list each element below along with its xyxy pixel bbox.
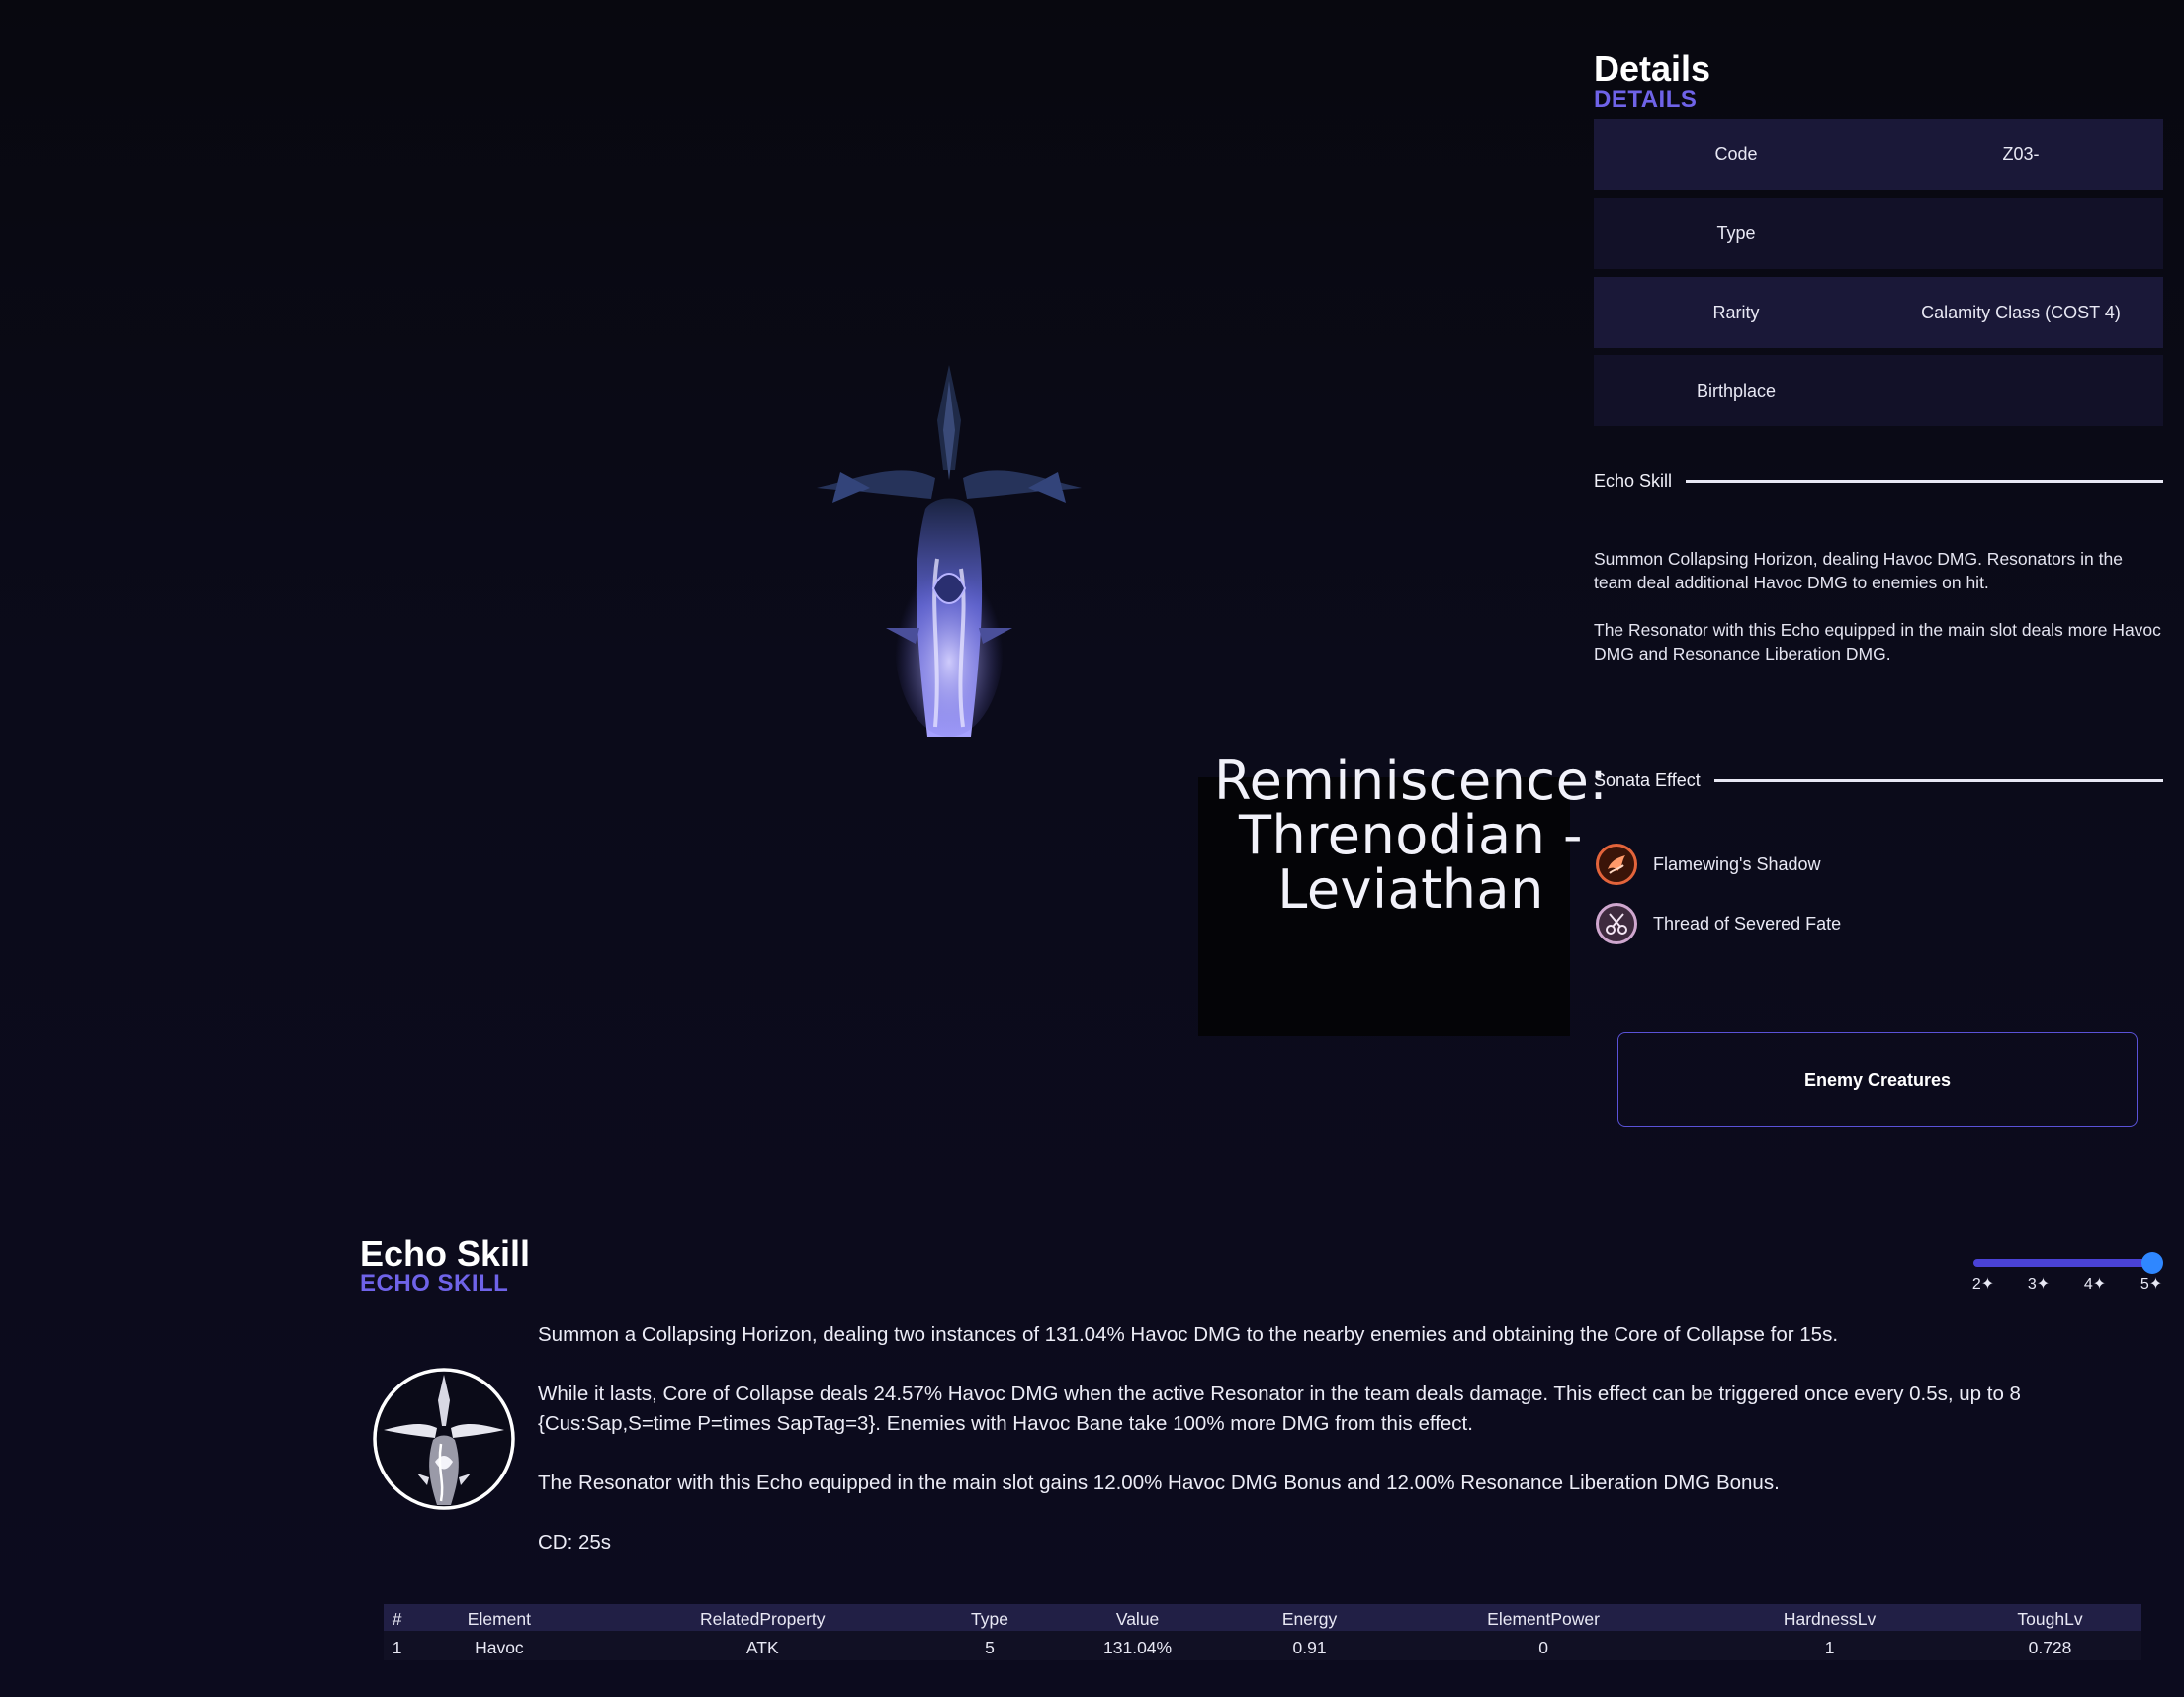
section-label: Sonata Effect [1594, 769, 1701, 790]
details-key: Birthplace [1696, 380, 1777, 401]
details-key: Code [1714, 143, 1758, 164]
echo-name-line-1: Reminiscence: [1213, 750, 1609, 812]
rank-tick-5[interactable]: 5✦ [2132, 1274, 2171, 1294]
sonata-section-header: Sonata Effect [1594, 768, 2163, 792]
flamewing-icon [1596, 844, 1637, 885]
sonata-set-name: Flamewing's Shadow [1653, 853, 1821, 874]
echo-name: Reminiscence: Threnodian - Leviathan [1198, 754, 1623, 917]
slider-handle[interactable] [2141, 1252, 2163, 1274]
echo-skill-section-header: Echo Skill [1594, 469, 2163, 492]
sonata-set-thread[interactable]: Thread of Severed Fate [1596, 903, 1842, 944]
details-value: Z03- [2002, 143, 2040, 164]
skill-paragraph-1: Summon a Collapsing Horizon, dealing two… [538, 1323, 1839, 1346]
details-row-birthplace: Birthplace [1594, 355, 2163, 426]
echo-name-line-2: Threnodian - [1239, 804, 1583, 866]
col-header: ElementPower [1386, 1604, 1702, 1631]
sonata-set-flamewing[interactable]: Flamewing's Shadow [1596, 844, 1821, 885]
table-cell: 1 [384, 1631, 411, 1660]
col-header: Type [936, 1604, 1043, 1631]
details-row-rarity: Rarity Calamity Class (COST 4) [1594, 277, 2163, 348]
echo-skill-subheading: ECHO SKILL [360, 1270, 509, 1296]
echo-skill-icon [373, 1368, 515, 1510]
col-header: HardnessLv [1701, 1604, 1960, 1631]
col-header: ToughLv [1959, 1604, 2141, 1631]
details-value: Calamity Class (COST 4) [1921, 302, 2121, 322]
col-header: Value [1042, 1604, 1234, 1631]
table-cell: ATK [587, 1631, 937, 1660]
table-cell: 1 [1701, 1631, 1960, 1660]
col-header: # [384, 1604, 411, 1631]
table-cell: 0 [1386, 1631, 1702, 1660]
skill-paragraph-2: While it lasts, Core of Collapse deals 2… [538, 1383, 2021, 1435]
echo-skill-summary: Summon Collapsing Horizon, dealing Havoc… [1594, 549, 2123, 592]
table-header-row: # Element RelatedProperty Type Value Ene… [384, 1604, 2141, 1631]
col-header: Energy [1233, 1604, 1387, 1631]
table-cell: Havoc [410, 1631, 588, 1660]
section-label: Echo Skill [1594, 470, 1673, 491]
table-cell: 5 [936, 1631, 1043, 1660]
echo-artwork [817, 365, 1082, 737]
details-subheading: DETAILS [1594, 86, 1698, 113]
echo-skill-main-slot-summary: The Resonator with this Echo equipped in… [1594, 620, 2161, 664]
slider-track[interactable] [1973, 1259, 2155, 1267]
scissors-icon [1596, 903, 1637, 944]
rank-tick-2[interactable]: 2✦ [1964, 1274, 2003, 1294]
table-row: 1 Havoc ATK 5 131.04% 0.91 0 1 0.728 [384, 1631, 2141, 1660]
details-key: Rarity [1712, 302, 1760, 322]
details-heading: Details [1594, 48, 1711, 89]
sonata-set-name: Thread of Severed Fate [1653, 913, 1842, 934]
col-header: RelatedProperty [587, 1604, 937, 1631]
section-divider [1713, 778, 2163, 782]
echo-name-line-3: Leviathan [1277, 858, 1544, 921]
rank-tick-4[interactable]: 4✦ [2075, 1274, 2115, 1294]
table-cell: 0.91 [1233, 1631, 1387, 1660]
rank-tick-3[interactable]: 3✦ [2019, 1274, 2058, 1294]
table-cell: 131.04% [1042, 1631, 1234, 1660]
skill-stats-table: # Element RelatedProperty Type Value Ene… [384, 1604, 2141, 1660]
table-cell: 0.728 [1959, 1631, 2141, 1660]
details-row-type: Type [1594, 198, 2163, 269]
echo-skill-heading: Echo Skill [360, 1233, 531, 1274]
details-key: Type [1716, 223, 1756, 243]
skill-paragraph-3: The Resonator with this Echo equipped in… [538, 1472, 1780, 1494]
section-divider [1686, 479, 2163, 483]
details-row-code: Code Z03- [1594, 119, 2163, 190]
enemy-creatures-button[interactable]: Enemy Creatures [1617, 1032, 2138, 1127]
col-header: Element [410, 1604, 588, 1631]
skill-cooldown: CD: 25s [538, 1531, 612, 1554]
